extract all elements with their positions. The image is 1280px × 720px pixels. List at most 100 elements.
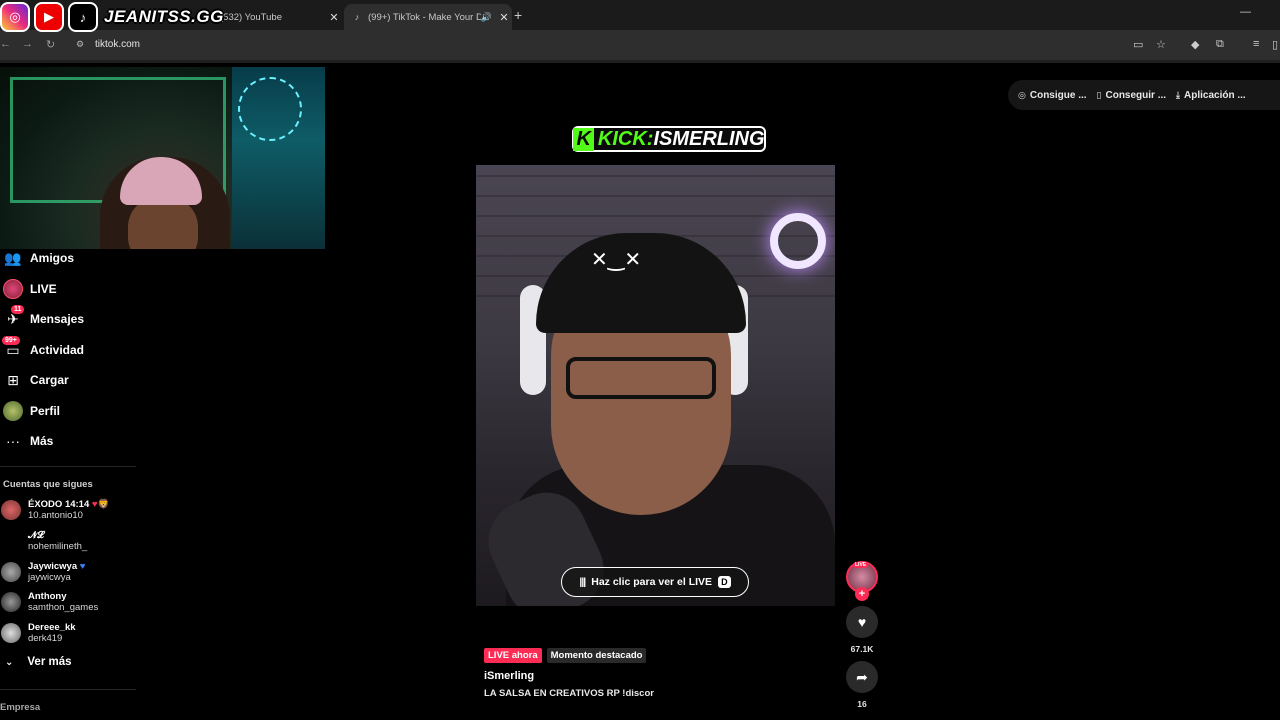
keyboard-shortcut-key: D <box>718 576 731 588</box>
avatar <box>1 562 21 582</box>
like-count: 67.1K <box>850 644 874 654</box>
cap-logo: ✕‿✕ <box>591 249 642 271</box>
top-actions-bar: ◎ Consigue ... ▯ Conseguir ... ⤓ Aplicac… <box>1008 80 1280 110</box>
desktop-app-label: Aplicación ... <box>1184 89 1246 101</box>
bookmark-star-icon[interactable]: ☆ <box>1156 38 1166 51</box>
webcam-overlay <box>0 67 325 249</box>
chevron-down-icon: ⌄ <box>5 656 14 668</box>
close-tab-icon[interactable]: ✕ <box>326 11 342 24</box>
tab-title: (532) YouTube <box>220 11 282 23</box>
tab-title: (99+) TikTok - Make Your D… <box>368 11 481 23</box>
kick-channel-name: ISMERLING <box>653 127 765 150</box>
desktop-app-button[interactable]: ⤓ Aplicación ... <box>1176 90 1246 101</box>
site-info-icon[interactable]: ⚙ <box>76 39 84 50</box>
kick-label: KICK: <box>597 127 654 150</box>
share-button[interactable]: ➦ <box>846 661 878 693</box>
sidebar-item-live[interactable]: LIVE <box>0 276 150 302</box>
side-panel-icon[interactable]: ▯ <box>1272 38 1278 51</box>
sidebar-item-mas[interactable]: ··· Más <box>0 428 150 454</box>
speaker-icon[interactable]: 🔊 <box>481 12 492 23</box>
see-more-label: Ver más <box>27 656 72 668</box>
media-controls-icon[interactable]: ≡ <box>1253 38 1259 50</box>
sidebar-item-label: Amigos <box>30 251 75 265</box>
following-item[interactable]: Dereee_kk derk419 <box>0 620 150 646</box>
sidebar-item-label: Actividad <box>30 343 85 357</box>
live-bars-icon: ||| <box>579 576 586 588</box>
following-handle: derk419 <box>28 632 63 644</box>
get-coins-button[interactable]: ◎ Consigue ... <box>1018 90 1087 101</box>
extensions-icon[interactable]: ⧉ <box>1216 38 1224 51</box>
following-section-title: Cuentas que sigues <box>3 479 93 490</box>
social-overlay: ◎ ▶ ♪ JEANITSS.GG <box>0 1 224 33</box>
video-description: LA SALSA EN CREATIVOS RP !discor <box>484 688 654 699</box>
share-arrow-icon: ➦ <box>856 668 868 685</box>
following-item[interactable]: ÉXODO 14:14 ♥🦁 10.antonio10 <box>0 497 150 523</box>
sidebar-item-actividad[interactable]: ▭ 99+ Actividad <box>0 336 150 363</box>
back-icon[interactable]: ← <box>0 38 11 50</box>
minimize-icon[interactable]: — <box>1240 6 1251 18</box>
video-tags: LIVE ahora Momento destacado <box>484 648 647 663</box>
kick-banner: K KICK: ISMERLING <box>572 126 766 152</box>
get-coins-label: Consigue ... <box>1029 89 1087 101</box>
reload-icon[interactable]: ↻ <box>46 38 55 51</box>
see-more-button[interactable]: ⌄ Ver más <box>5 656 72 668</box>
following-handle: samthon_games <box>28 601 99 613</box>
following-name: 𝓝𝓛 <box>28 529 45 541</box>
activity-badge: 99+ <box>2 336 20 345</box>
profile-icon <box>2 400 24 422</box>
get-app-button[interactable]: ▯ Conseguir ... <box>1097 90 1167 101</box>
tiktok-icon: ♪ <box>354 12 360 22</box>
sidebar-item-label: LIVE <box>30 282 57 296</box>
footer-empresa-link[interactable]: Empresa <box>0 702 40 713</box>
following-handle: 10.antonio10 <box>28 509 83 521</box>
tiktok-logo-icon: ♪ <box>68 2 98 32</box>
avatar <box>1 623 21 643</box>
blue-heart-icon: ♥ <box>79 560 86 572</box>
video-player[interactable]: ✕‿✕ <box>476 165 835 606</box>
watch-live-button[interactable]: ||| Haz clic para ver el LIVE D <box>561 567 749 597</box>
following-name: Dereee_kk <box>28 621 76 633</box>
avatar <box>1 592 21 612</box>
download-icon: ⤓ <box>1176 89 1181 100</box>
sidebar-item-cargar[interactable]: ⊞ Cargar <box>0 367 150 393</box>
cast-icon[interactable]: ▭ <box>1133 38 1143 51</box>
tab-tiktok[interactable]: ♪ (99+) TikTok - Make Your D… 🔊 ✕ <box>344 4 512 30</box>
sidebar-item-perfil[interactable]: Perfil <box>0 398 150 424</box>
coin-icon: ◎ <box>1018 89 1026 100</box>
phone-icon: ▯ <box>1096 89 1102 100</box>
address-bar: ← → ↻ ⚙ tiktok.com ▭ ☆ ◆ ⧉ ≡ ▯ <box>0 30 1280 60</box>
sidebar-item-label: Cargar <box>30 373 69 387</box>
url-field[interactable]: tiktok.com <box>95 39 140 50</box>
upload-icon: ⊞ <box>7 371 19 388</box>
video-author[interactable]: iSmerling <box>484 670 534 682</box>
live-icon <box>2 278 24 300</box>
streamer-brand: JEANITSS.GG <box>104 7 224 26</box>
new-tab-button[interactable]: + <box>514 7 522 23</box>
sidebar-item-label: Más <box>30 434 54 448</box>
messages-badge: 11 <box>11 305 25 314</box>
video-neon-ring <box>770 213 826 269</box>
following-item[interactable]: Anthony samthon_games <box>0 589 150 615</box>
following-name: Jaywicwya <box>28 560 78 572</box>
activity-icon: ▭ 99+ <box>2 336 24 361</box>
heart-icon: ♥ <box>857 614 867 630</box>
more-icon: ··· <box>6 433 20 449</box>
instagram-icon: ◎ <box>0 2 30 32</box>
forward-icon[interactable]: → <box>22 38 33 50</box>
live-now-tag[interactable]: LIVE ahora <box>484 648 542 663</box>
live-badge: LIVE <box>853 562 869 568</box>
watch-live-label: Haz clic para ver el LIVE <box>591 576 713 588</box>
avatar <box>1 500 21 520</box>
lion-emoji-icon: 🦁 <box>97 498 110 510</box>
following-handle: nohemilineth_ <box>28 540 88 552</box>
sidebar-item-amigos[interactable]: 👥 Amigos <box>0 245 150 271</box>
like-button[interactable]: ♥ <box>846 606 878 638</box>
following-item[interactable]: 𝓝𝓛 nohemilineth_ <box>0 528 150 554</box>
following-name: Anthony <box>28 590 67 602</box>
sidebar-item-label: Mensajes <box>30 312 85 326</box>
extension-diamond-icon[interactable]: ◆ <box>1191 38 1199 51</box>
follow-plus-button[interactable]: + <box>855 587 869 601</box>
sidebar-item-mensajes[interactable]: ✈ 11 Mensajes <box>0 305 150 332</box>
following-item[interactable]: Jaywicwya ♥ jaywicwya <box>0 559 150 585</box>
close-tab-icon[interactable]: ✕ <box>496 11 512 24</box>
